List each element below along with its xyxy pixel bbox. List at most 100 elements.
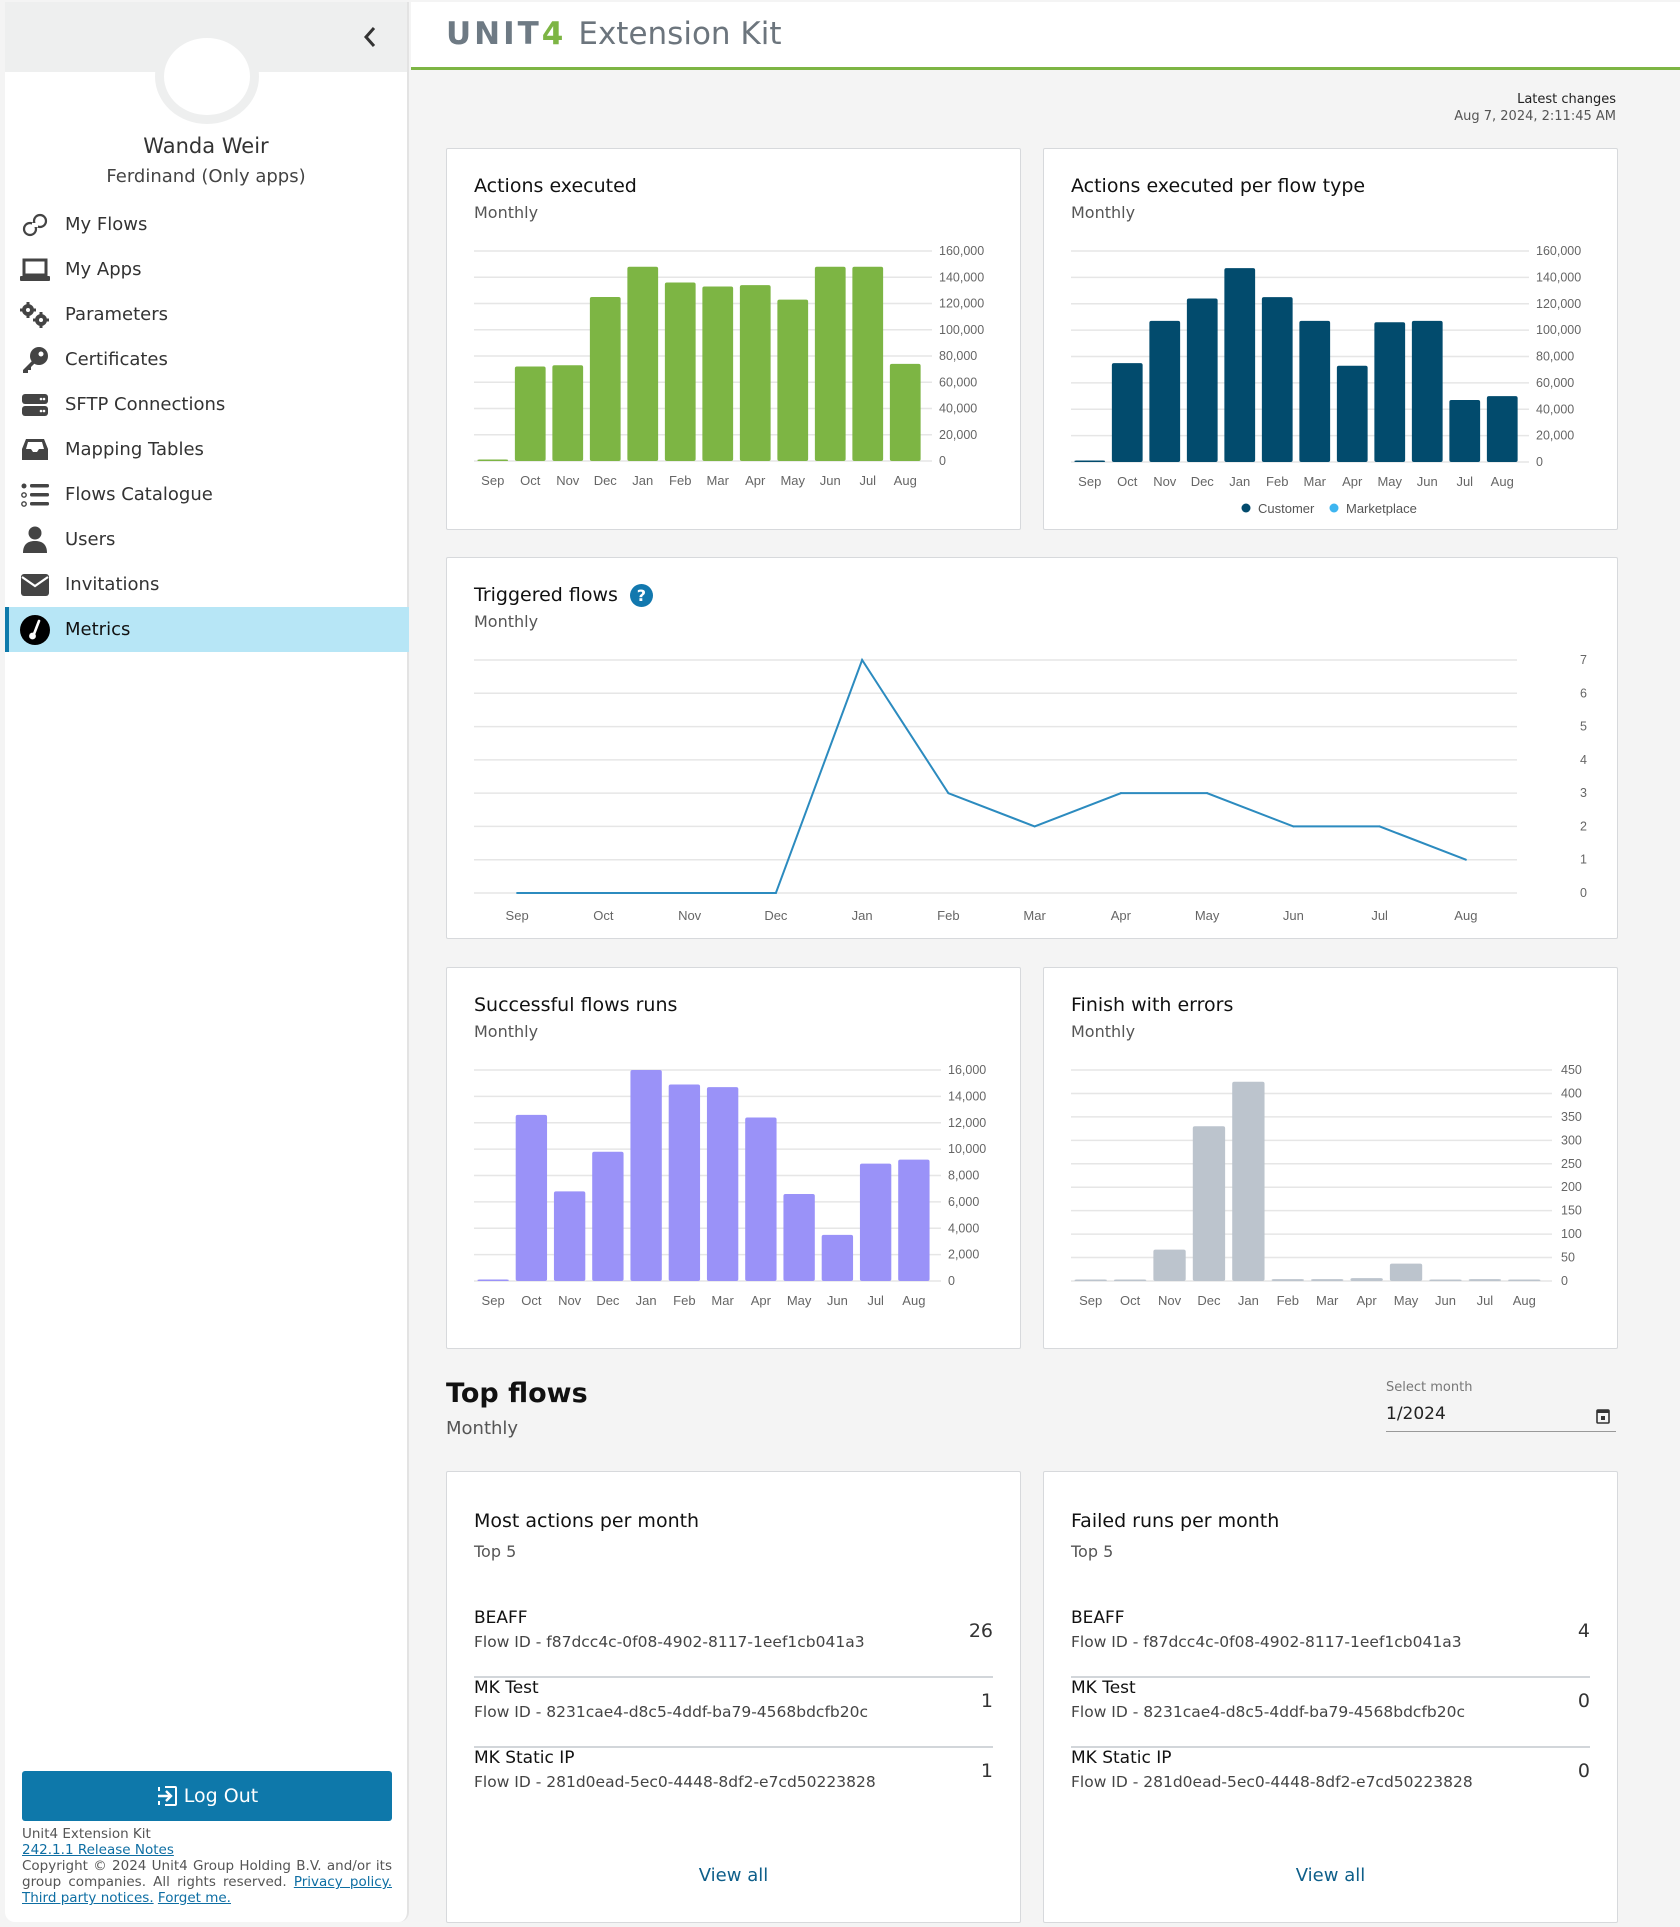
sidebar-item-label: Metrics [65,619,131,640]
y-tick-label: 100,000 [1536,323,1581,337]
bar [1389,1263,1423,1281]
data-point [1464,858,1467,861]
third-party-link[interactable]: Third party notices. [22,1890,154,1906]
y-tick-label: 350 [1561,1110,1582,1124]
x-tick-label: Jun [1417,474,1438,489]
list-item[interactable]: MK Test Flow ID - 8231cae4-d8c5-4ddf-ba7… [1071,1678,1590,1748]
y-tick-label: 14,000 [948,1089,986,1103]
bar [1508,1279,1541,1281]
view-all-link[interactable]: View all [447,1865,1020,1886]
logout-icon [157,1786,177,1806]
data-point [1292,825,1295,828]
select-month-value: 1/2024 [1386,1404,1446,1424]
sidebar-item-label: Invitations [65,574,160,595]
forget-me-link[interactable]: Forget me. [158,1890,231,1906]
server-icon [19,389,51,421]
y-tick-label: 100,000 [939,323,984,337]
sidebar-item-sftp-connections[interactable]: SFTP Connections [5,382,409,427]
list-item[interactable]: BEAFF Flow ID - f87dcc4c-0f08-4902-8117-… [474,1608,993,1678]
sidebar-item-flows-catalogue[interactable]: Flows Catalogue [5,472,409,517]
flow-count: 1 [980,1690,993,1712]
x-tick-label: Apr [751,1293,772,1308]
sidebar-item-label: Flows Catalogue [65,484,213,505]
flow-name: MK Static IP [1071,1748,1172,1768]
bar [889,363,921,461]
latest-changes-value: Aug 7, 2024, 2:11:45 AM [1454,109,1616,124]
bar [1111,363,1143,462]
flow-id: Flow ID - 8231cae4-d8c5-4ddf-ba79-4568bd… [1071,1703,1465,1721]
list-item[interactable]: MK Test Flow ID - 8231cae4-d8c5-4ddf-ba7… [474,1678,993,1748]
list-item[interactable]: MK Static IP Flow ID - 281d0ead-5ec0-444… [1071,1748,1590,1818]
x-tick-label: Mar [1316,1293,1339,1308]
sidebar-item-invitations[interactable]: Invitations [5,562,409,607]
release-notes-link[interactable]: 242.1.1 Release Notes [22,1842,174,1858]
list-item[interactable]: BEAFF Flow ID - f87dcc4c-0f08-4902-8117-… [1071,1608,1590,1678]
sidebar-item-mapping-tables[interactable]: Mapping Tables [5,427,409,472]
x-tick-label: Sep [506,908,529,923]
y-tick-label: 0 [948,1274,955,1288]
card-subtitle: Top 5 [474,1542,517,1561]
sidebar-item-my-flows[interactable]: My Flows [5,202,409,247]
view-all-link[interactable]: View all [1044,1865,1617,1886]
brand-name: Extension Kit [578,16,782,52]
product-name: Unit4 Extension Kit [22,1826,151,1842]
bar [627,266,659,461]
brand-unit4: UNIT4 [446,16,567,52]
y-tick-label: 1 [1580,853,1587,867]
card-subtitle: Top 5 [1071,1542,1114,1561]
x-tick-label: Dec [596,1293,620,1308]
sidebar-item-label: My Flows [65,214,148,235]
chart-actions-executed: 0 20,000 40,000 60,000 80,000 100,000 120,000 1… [474,244,984,488]
x-tick-label: Jul [867,1293,884,1308]
bar [1449,400,1481,462]
avatar [155,29,259,124]
chart-finish-with-errors: 0 50 100 150 200 250 300 350 400 450 Sep Oct Nov Dec J… [1071,1063,1582,1308]
x-tick-label: Jul [859,473,876,488]
bar [1074,460,1106,462]
latest-changes-label: Latest changes [1517,92,1616,107]
y-tick-label: 160,000 [1536,244,1581,258]
bar [664,282,696,461]
x-tick-label: May [780,473,805,488]
y-tick-label: 2,000 [948,1248,979,1262]
x-tick-label: Dec [594,473,618,488]
bar [1374,322,1406,462]
flow-count: 26 [968,1620,993,1642]
card-finish-with-errors: Finish with errors Monthly 0 50 100 150 200 2… [1043,967,1618,1349]
x-tick-label: Aug [894,473,917,488]
x-tick-label: Aug [1454,908,1477,923]
y-tick-label: 160,000 [939,244,984,258]
y-tick-label: 80,000 [1536,350,1574,364]
select-month-field[interactable]: Select month 1/2024 [1386,1380,1616,1432]
calendar-icon[interactable] [1596,1408,1610,1424]
x-tick-label: Jun [1283,908,1304,923]
data-point [1033,825,1036,828]
x-tick-label: Nov [1153,474,1177,489]
privacy-policy-link[interactable]: Privacy policy. [294,1874,392,1890]
sidebar-item-metrics[interactable]: Metrics [5,607,409,652]
sidebar-item-my-apps[interactable]: My Apps [5,247,409,292]
logout-button[interactable]: Log Out [22,1771,392,1821]
sidebar-item-users[interactable]: Users [5,517,409,562]
y-tick-label: 120,000 [1536,297,1581,311]
sidebar-item-parameters[interactable]: Parameters [5,292,409,337]
bar [852,266,884,461]
y-tick-label: 40,000 [1536,402,1574,416]
sidebar-item-label: Mapping Tables [65,439,204,460]
x-tick-label: Oct [1120,1293,1141,1308]
x-tick-label: May [1195,908,1220,923]
collapse-sidebar-button[interactable] [355,22,385,52]
y-tick-label: 60,000 [1536,376,1574,390]
sidebar-nav: My Flows My Apps Parameters Certificates… [5,202,409,652]
bar [589,296,621,461]
x-tick-label: May [787,1293,812,1308]
list-item[interactable]: MK Static IP Flow ID - 281d0ead-5ec0-444… [474,1748,993,1818]
data-point [1378,825,1381,828]
x-tick-label: Jul [1371,908,1388,923]
x-tick-label: May [1394,1293,1419,1308]
sidebar-item-certificates[interactable]: Certificates [5,337,409,382]
card-most-actions: Most actions per month Top 5 BEAFF Flow … [446,1471,1021,1923]
flow-name: BEAFF [474,1608,528,1628]
bar [706,1087,739,1281]
x-tick-label: Nov [556,473,580,488]
